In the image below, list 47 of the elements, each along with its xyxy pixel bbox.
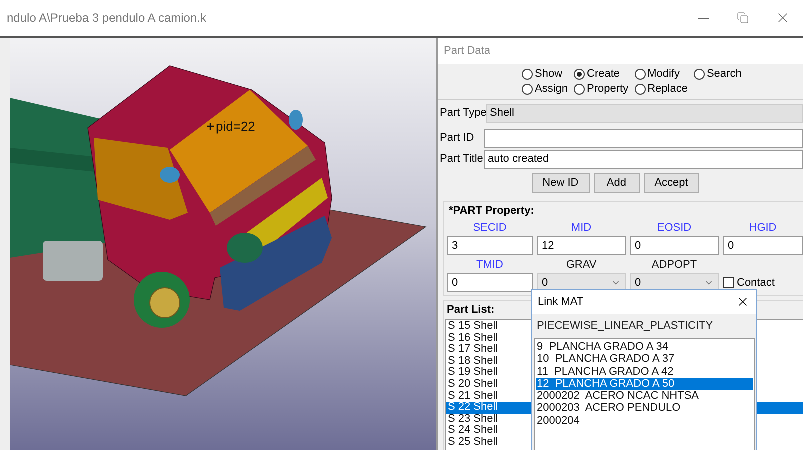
property-field[interactable]: 0 (630, 236, 719, 255)
part-title-field[interactable]: auto created (484, 150, 803, 168)
close-button[interactable] (736, 295, 750, 309)
close-icon (736, 295, 750, 309)
dialog-title: Link MAT (538, 296, 584, 308)
property-label: MID (570, 221, 593, 236)
group-title: *PART Property: (448, 205, 536, 217)
window-title: ndulo A\Prueba 3 pendulo A camion.k (6, 11, 208, 25)
material-item[interactable]: 11 PLANCHA GRADO A 42 (536, 366, 753, 378)
property-label: HGID (748, 221, 778, 236)
property-field[interactable]: 0 (447, 273, 533, 292)
mode-radio[interactable]: Create (574, 68, 629, 80)
crosshair-icon (207, 123, 214, 130)
mode-radio[interactable]: Property (574, 83, 629, 95)
part-type-field[interactable]: Shell (486, 104, 803, 122)
property-field[interactable]: 0 (723, 236, 803, 255)
contact-checkbox[interactable]: Contact (723, 273, 803, 292)
part-label: pid=22 (216, 119, 256, 134)
property-field[interactable]: 3 (447, 236, 533, 255)
property-label: ADPOPT (650, 258, 698, 273)
material-item[interactable]: 2000204 (536, 414, 753, 428)
panel-title: Part Data (444, 45, 490, 57)
restore-icon (737, 12, 749, 24)
part-id-field[interactable] (484, 128, 803, 148)
mode-radio[interactable]: Assign (522, 83, 568, 95)
field-label: Part Title (440, 153, 484, 165)
action-button[interactable]: New ID (532, 173, 590, 193)
property-label: GRAV (565, 258, 598, 273)
property-label: EOSID (656, 221, 693, 236)
material-item[interactable]: 2000203 ACERO PENDULO (536, 402, 753, 415)
mode-radio[interactable]: Modify (634, 68, 688, 80)
mode-radio[interactable]: Replace (634, 83, 688, 95)
field-label: Part ID (440, 132, 476, 144)
material-item[interactable]: 12 PLANCHA GRADO A 50 (536, 378, 753, 390)
property-label: SECID (472, 221, 508, 236)
material-type: PIECEWISE_LINEAR_PLASTICITY (536, 319, 714, 334)
material-item[interactable]: 10 PLANCHA GRADO A 37 (536, 353, 753, 366)
group-title: Part List: (446, 304, 496, 316)
mode-radio[interactable]: Search (694, 68, 742, 80)
property-field[interactable]: 12 (537, 236, 626, 255)
field-label: Part Type (440, 107, 486, 119)
action-button[interactable]: Accept (644, 173, 700, 193)
mode-radio[interactable]: Show (522, 68, 568, 80)
material-item[interactable]: 9 PLANCHA GRADO A 34 (536, 341, 753, 354)
property-label: TMID (476, 258, 504, 273)
action-button[interactable]: Add (594, 173, 640, 193)
material-item[interactable]: 2000202 ACERO NCAC NHTSA (536, 390, 753, 402)
